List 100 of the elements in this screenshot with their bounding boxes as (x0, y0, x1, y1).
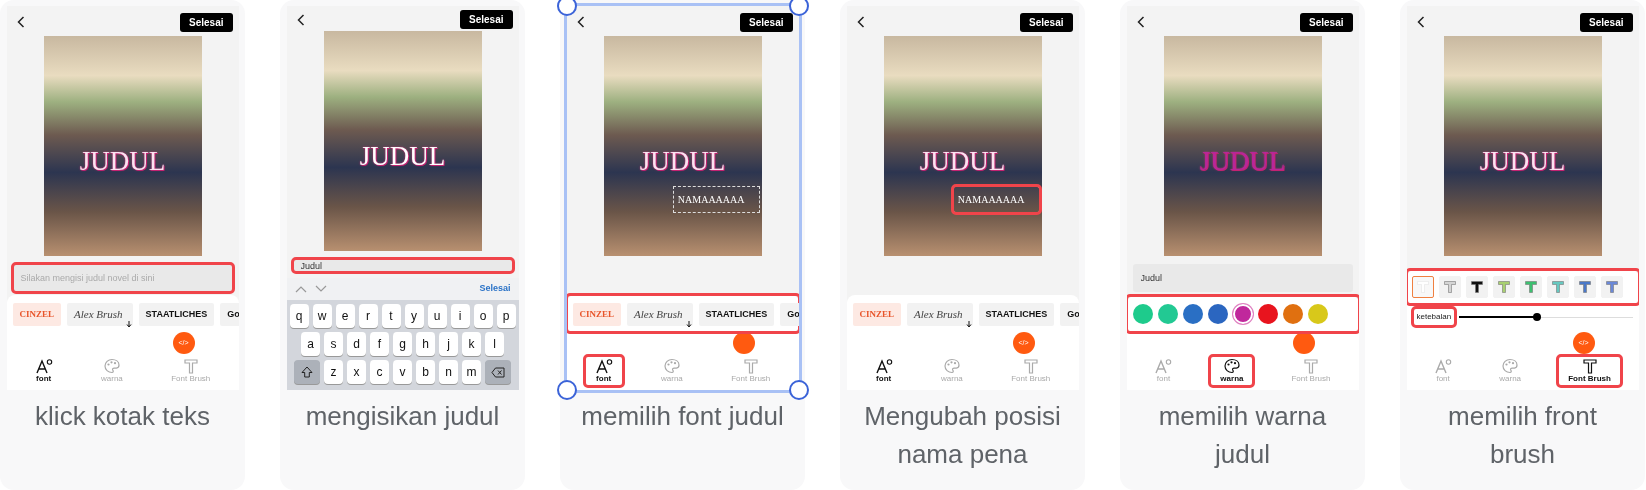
keyboard-key[interactable]: q (289, 304, 309, 328)
keyboard-key[interactable]: f (370, 332, 389, 356)
keyboard-key[interactable]: w (312, 304, 332, 328)
cover-title[interactable]: JUDUL (1443, 148, 1602, 175)
font-icon (1154, 358, 1173, 375)
shift-key[interactable] (294, 360, 320, 384)
resize-handle[interactable] (556, 0, 577, 16)
color-swatch[interactable] (1307, 304, 1328, 325)
keyboard-key[interactable]: s (324, 332, 343, 356)
back-button[interactable] (16, 16, 25, 28)
font-icon (34, 358, 53, 375)
pen-name-text[interactable]: NAMAAAAAA (672, 186, 760, 213)
resize-handle[interactable] (788, 0, 809, 16)
font-option[interactable]: STAATLICHES (978, 302, 1055, 327)
step-caption: mengisikan judul (304, 400, 501, 433)
text-tool-icon (1580, 358, 1599, 375)
done-button[interactable]: Selesai (460, 10, 513, 29)
code-fab-button[interactable] (1292, 332, 1315, 355)
keyboard-key[interactable]: c (370, 360, 389, 384)
keyboard-key[interactable]: p (496, 304, 516, 328)
font-icon (874, 358, 893, 375)
resize-handle[interactable] (556, 380, 577, 400)
back-button[interactable] (1136, 16, 1145, 28)
cover-title[interactable]: JUDUL (323, 143, 482, 170)
keyboard-key[interactable]: r (358, 304, 378, 328)
keyboard-key[interactable]: v (393, 360, 412, 384)
color-swatch[interactable] (1182, 304, 1203, 325)
done-button[interactable]: Selesai (1020, 12, 1073, 32)
keyboard-key[interactable]: g (393, 332, 412, 356)
back-icon (1416, 16, 1425, 28)
done-button[interactable]: Selesai (180, 12, 233, 32)
keyboard-key[interactable]: t (381, 304, 401, 328)
palette-icon (942, 358, 961, 375)
back-icon (1136, 16, 1145, 28)
color-swatch[interactable] (1132, 304, 1153, 325)
keyboard-key[interactable]: l (485, 332, 504, 356)
keyboard-key[interactable]: b (416, 360, 435, 384)
text-tool-icon (1021, 358, 1040, 375)
font-option[interactable]: Alex Brush (67, 302, 133, 327)
keyboard-key[interactable]: e (335, 304, 355, 328)
text-input-field[interactable]: Judul (292, 259, 513, 272)
back-button[interactable] (1416, 16, 1425, 28)
tab[interactable]: font (584, 356, 623, 386)
text-input-field[interactable]: Judul (1132, 264, 1353, 292)
back-button[interactable] (856, 16, 865, 28)
back-button[interactable] (296, 13, 305, 26)
color-swatch[interactable] (1232, 304, 1253, 325)
pen-name-text[interactable]: NAMAAAAAA (952, 186, 1040, 213)
keyboard-key[interactable]: o (473, 304, 493, 328)
done-button[interactable]: Selesai (740, 12, 793, 32)
resize-handle[interactable] (788, 380, 809, 400)
cover-title[interactable]: JUDUL (43, 148, 202, 175)
done-button[interactable]: Selesai (1300, 12, 1353, 32)
tab[interactable]: warna (1210, 356, 1254, 386)
cover-title[interactable]: JUDUL (603, 148, 762, 175)
tab[interactable]: font (24, 356, 63, 386)
step-caption: memilih font judul (580, 400, 785, 433)
keyboard-key[interactable]: a (301, 332, 320, 356)
keyboard-key[interactable]: h (416, 332, 435, 356)
color-swatch[interactable] (1207, 304, 1228, 325)
keyboard-key[interactable]: z (324, 360, 343, 384)
keyboard-key[interactable]: n (439, 360, 458, 384)
text-tool-icon (181, 358, 200, 375)
download-icon (965, 321, 972, 329)
tab[interactable]: font (864, 356, 903, 386)
font-icon (1434, 358, 1453, 375)
done-button[interactable]: Selesai (1580, 12, 1633, 32)
download-icon (125, 321, 132, 329)
font-option[interactable]: STAATLICHES (698, 302, 775, 327)
font-option[interactable]: Alex Brush (627, 302, 693, 327)
font-icon (594, 358, 613, 375)
backspace-key[interactable] (485, 360, 511, 384)
keyboard-key[interactable]: x (347, 360, 366, 384)
keyboard-key[interactable]: k (462, 332, 481, 356)
font-option[interactable]: STAATLICHES (138, 302, 215, 327)
palette-icon (662, 358, 681, 375)
back-icon (296, 13, 305, 26)
keyboard-done-button[interactable]: Selesai (479, 282, 511, 296)
keyboard-key[interactable]: y (404, 304, 424, 328)
back-button[interactable] (576, 16, 585, 28)
back-icon (576, 16, 585, 28)
color-swatch[interactable] (1257, 304, 1278, 325)
chevron-down-icon[interactable] (314, 285, 327, 293)
keyboard-key[interactable]: d (347, 332, 366, 356)
chevron-up-icon[interactable] (294, 285, 307, 293)
tab[interactable]: Font Brush (1558, 356, 1621, 386)
back-icon (856, 16, 865, 28)
color-swatch[interactable] (1157, 304, 1178, 325)
keyboard-key[interactable]: j (439, 332, 458, 356)
keyboard-key[interactable]: u (427, 304, 447, 328)
font-option[interactable]: Alex Brush (907, 302, 973, 327)
color-swatch[interactable] (1282, 304, 1303, 325)
download-icon (685, 321, 692, 329)
text-tool-icon (1301, 358, 1320, 375)
keyboard-key[interactable]: i (450, 304, 470, 328)
code-fab-button[interactable] (732, 332, 755, 355)
step-caption: Mengubah posisi nama pena (863, 400, 1062, 471)
step-caption: memilih front brush (1447, 400, 1598, 471)
keyboard-key[interactable]: m (462, 360, 481, 384)
cover-title[interactable]: JUDUL (883, 148, 1042, 175)
